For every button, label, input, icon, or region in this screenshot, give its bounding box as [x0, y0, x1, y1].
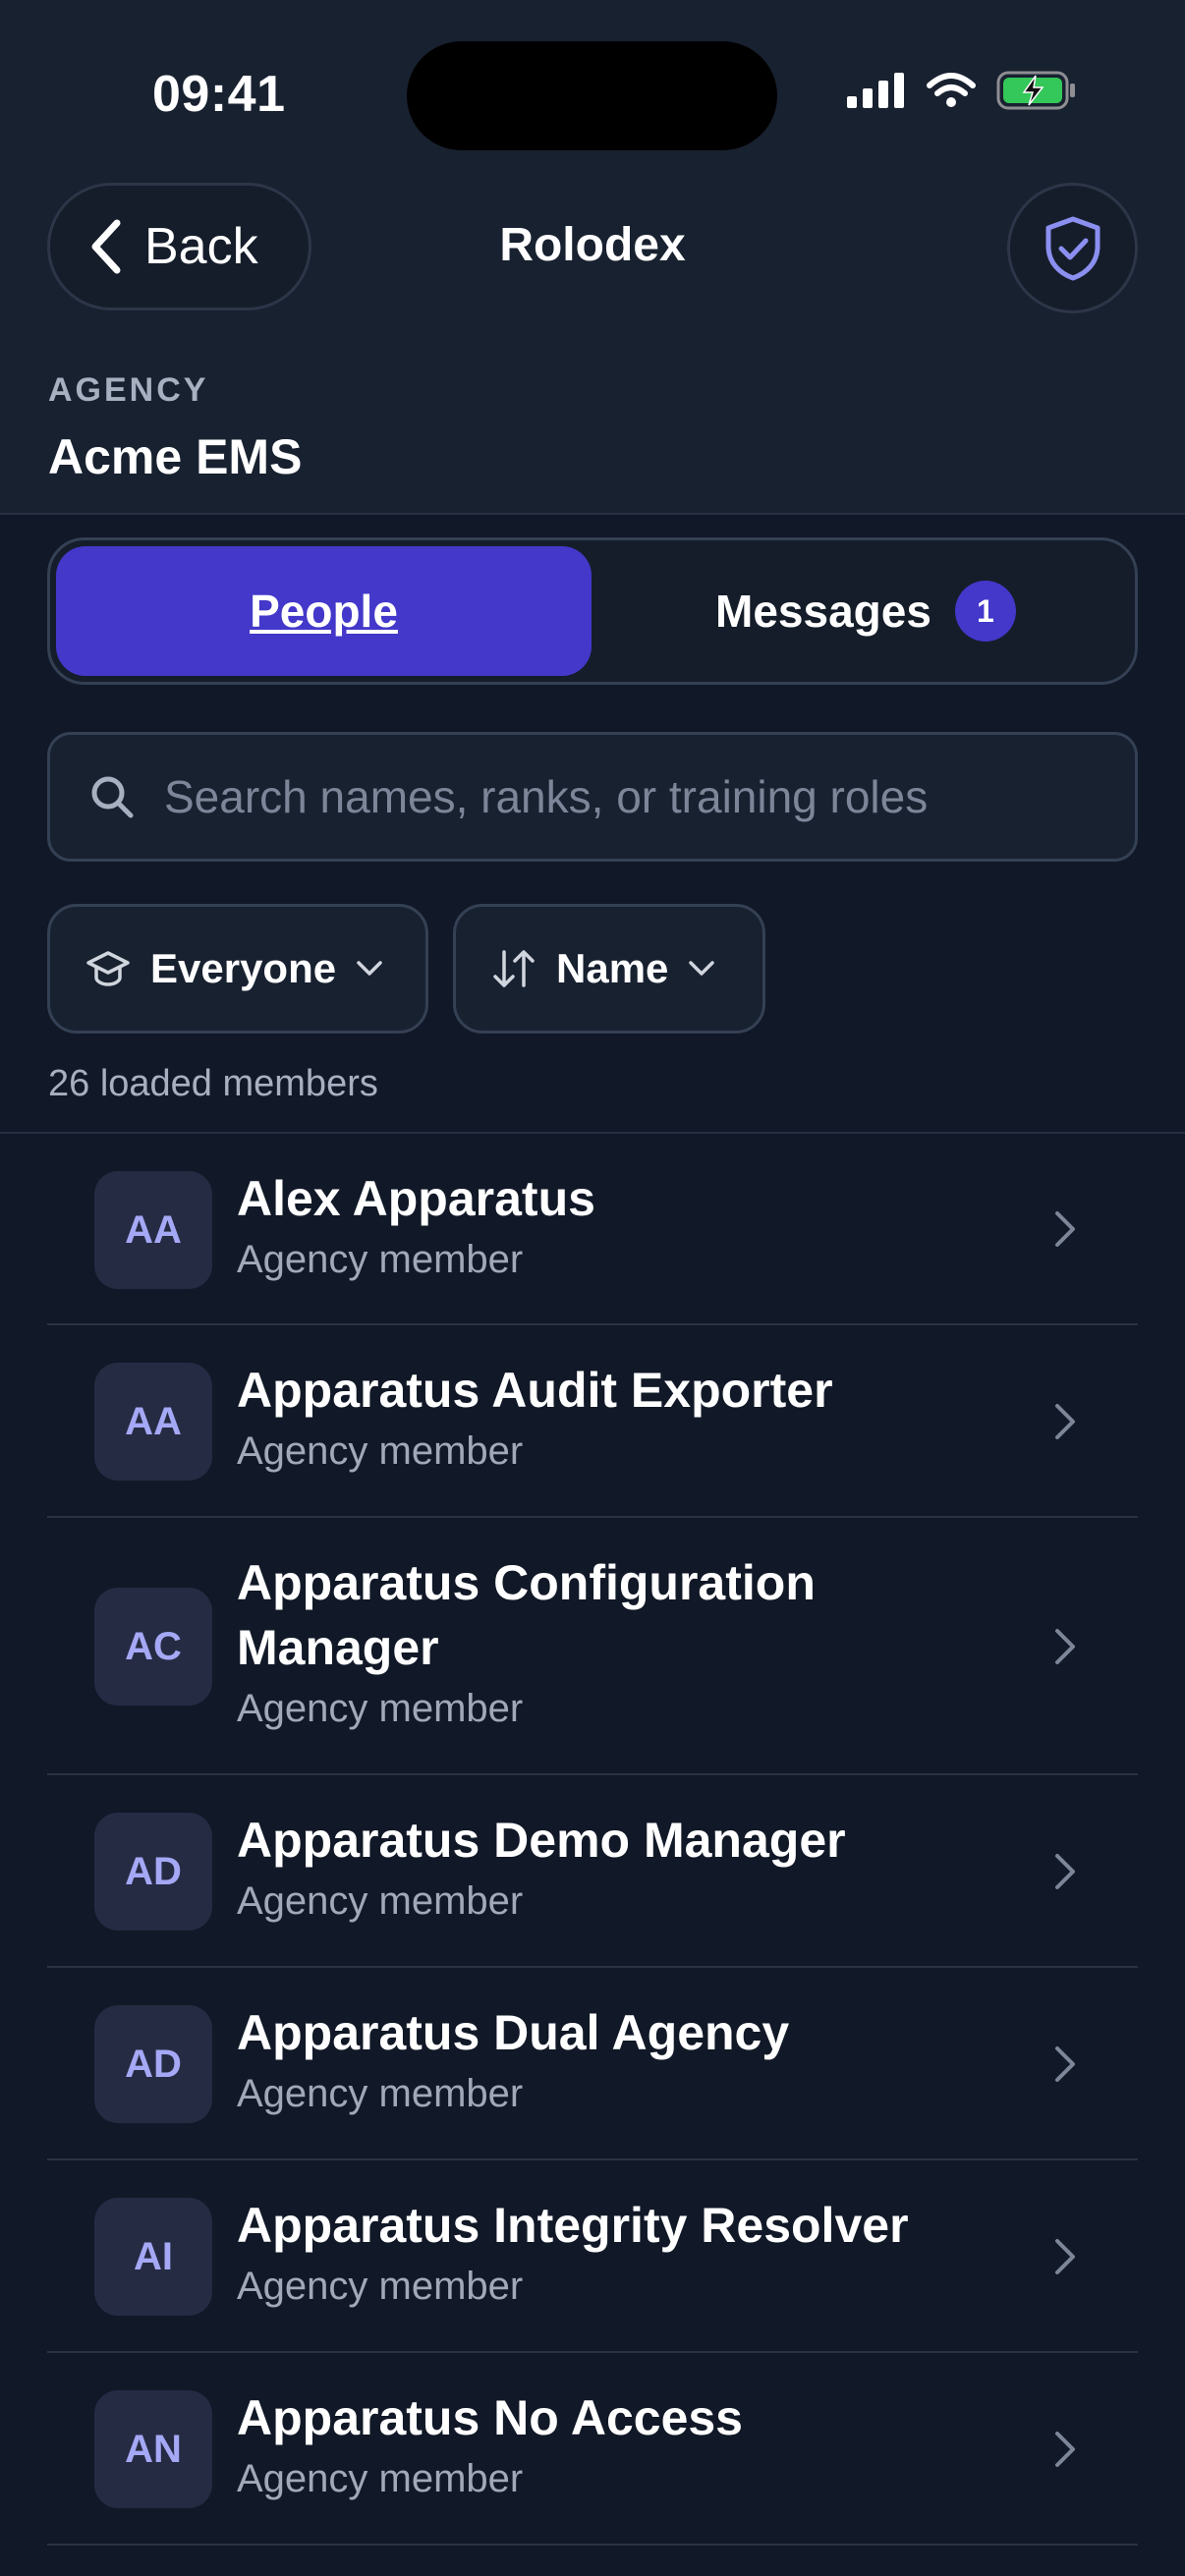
shield-check-icon [1045, 216, 1100, 280]
member-count: 26 loaded members [48, 1063, 378, 1104]
avatar: AA [94, 1363, 212, 1481]
member-role: Agency member [237, 1429, 524, 1473]
chevron-right-icon [1055, 2432, 1075, 2467]
member-name: Apparatus No Access [237, 2390, 743, 2445]
member-role: Agency member [237, 1879, 524, 1923]
list-item[interactable]: AN Apparatus No Access Agency member [47, 2353, 1138, 2546]
chevron-right-icon [1055, 1211, 1075, 1247]
agency-label: AGENCY [48, 371, 209, 409]
search-input[interactable] [164, 770, 1107, 823]
header-divider [0, 513, 1185, 515]
member-name: Apparatus Configuration Manager [237, 1555, 816, 1675]
avatar: AA [94, 1171, 212, 1289]
avatar: AC [94, 1588, 212, 1706]
member-role: Agency member [237, 2072, 524, 2115]
list-item[interactable]: AD Apparatus Demo Manager Agency member [47, 1775, 1138, 1968]
chevron-down-icon [689, 961, 715, 976]
sort-filter-label: Name [556, 945, 669, 991]
cellular-signal-icon [847, 73, 904, 108]
tab-people[interactable]: People [56, 546, 592, 676]
member-role: Agency member [237, 2265, 524, 2308]
member-role: Agency member [237, 1238, 524, 1281]
list-item-text: Apparatus Audit Exporter Agency member [237, 1358, 944, 1480]
chevron-right-icon [1055, 2239, 1075, 2274]
member-role: Agency member [237, 1687, 524, 1730]
list-item[interactable]: AA Alex Apparatus Agency member [47, 1133, 1138, 1325]
chevron-right-icon [1055, 2046, 1075, 2082]
search-bar[interactable] [47, 732, 1138, 862]
avatar: AD [94, 2005, 212, 2123]
sort-filter[interactable]: Name [453, 904, 765, 1034]
chevron-right-icon [1055, 1404, 1075, 1439]
member-name: Apparatus Dual Agency [237, 2005, 790, 2060]
tab-messages-label: Messages [715, 586, 931, 637]
messages-count-badge: 1 [954, 581, 1016, 642]
list-item-text: Apparatus Configuration Manager Agency m… [237, 1550, 944, 1737]
member-role: Agency member [237, 2457, 524, 2500]
tab-messages[interactable]: Messages 1 [600, 546, 1131, 676]
verification-button[interactable] [1007, 183, 1138, 313]
graduation-cap-icon [86, 951, 130, 986]
audience-filter[interactable]: Everyone [47, 904, 428, 1034]
avatar: AD [94, 1813, 212, 1931]
status-icons [847, 71, 1077, 110]
chevron-down-icon [357, 961, 382, 976]
wifi-icon [927, 73, 976, 107]
search-icon [91, 776, 134, 818]
header-area: 09:41 Back Rolodex AGENCY Acme EMS [0, 0, 1185, 515]
member-list: AA Alex Apparatus Agency member AA Appar… [0, 1133, 1185, 2546]
rolodex-screen: 09:41 Back Rolodex AGENCY Acme EMS Peopl… [0, 0, 1185, 2576]
chevron-right-icon [1055, 1854, 1075, 1889]
chevron-right-icon [1055, 1629, 1075, 1664]
list-item[interactable]: AC Apparatus Configuration Manager Agenc… [47, 1518, 1138, 1775]
list-item-text: Apparatus Dual Agency Agency member [237, 2000, 944, 2122]
member-name: Apparatus Demo Manager [237, 1813, 846, 1868]
audience-filter-label: Everyone [150, 945, 337, 991]
list-item[interactable]: AA Apparatus Audit Exporter Agency membe… [47, 1325, 1138, 1518]
list-item-text: Apparatus Demo Manager Agency member [237, 1808, 944, 1930]
view-tabs: People Messages 1 [47, 537, 1138, 685]
avatar: AI [94, 2198, 212, 2316]
member-name: Alex Apparatus [237, 1171, 595, 1226]
list-item-text: Apparatus No Access Agency member [237, 2385, 944, 2507]
list-item[interactable]: AD Apparatus Dual Agency Agency member [47, 1968, 1138, 2160]
list-item[interactable]: AI Apparatus Integrity Resolver Agency m… [47, 2160, 1138, 2353]
dynamic-island [407, 41, 777, 150]
status-time: 09:41 [152, 66, 286, 123]
member-name: Apparatus Audit Exporter [237, 1363, 833, 1418]
member-name: Apparatus Integrity Resolver [237, 2198, 909, 2253]
agency-name: Acme EMS [48, 429, 303, 484]
sort-arrows-icon [493, 950, 535, 987]
list-item-text: Apparatus Integrity Resolver Agency memb… [237, 2193, 944, 2315]
battery-charging-icon [996, 71, 1075, 110]
avatar: AN [94, 2390, 212, 2508]
list-item-text: Alex Apparatus Agency member [237, 1166, 944, 1288]
